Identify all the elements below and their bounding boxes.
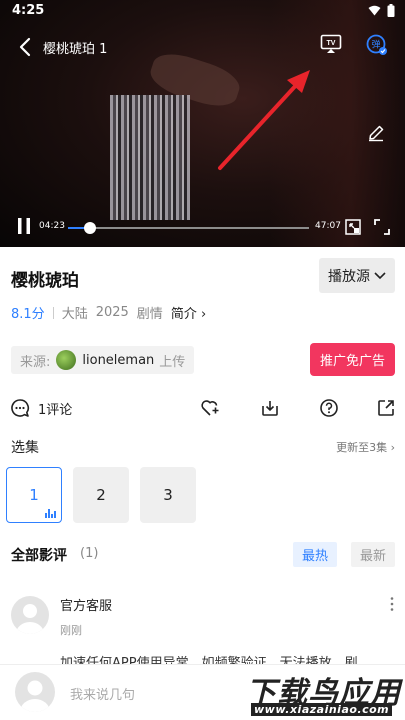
episode-item[interactable]: 2 <box>73 467 129 523</box>
watermark-url: www.xiazainiao.com <box>251 703 393 716</box>
video-player[interactable]: 4:25 樱桃琥珀 1 TV 弹 04:23 47:07 <box>0 0 405 247</box>
annotation-arrow <box>218 70 310 170</box>
episodes-update-note: 更新至3集 <box>336 441 388 454</box>
chevron-right-icon: › <box>387 441 395 454</box>
episode-item[interactable]: 1 <box>6 467 62 523</box>
review-user[interactable]: 官方客服 <box>60 595 112 614</box>
chevron-right-icon: › <box>196 307 207 322</box>
progress-knob[interactable] <box>84 222 97 234</box>
avatar <box>15 672 55 712</box>
fullscreen-icon[interactable] <box>374 219 390 235</box>
episode-number: 2 <box>96 486 106 504</box>
region: 大陆 <box>61 307 88 322</box>
episodes-update-link[interactable]: 更新至3集 › <box>336 439 395 455</box>
episode-number: 1 <box>29 486 39 504</box>
comment-icon <box>11 399 30 417</box>
sort-latest-button[interactable]: 最新 <box>351 542 395 567</box>
picture-in-picture-icon[interactable] <box>345 219 361 235</box>
movie-meta: 8.1分 大陆 2025 剧情 简介 › <box>11 303 206 322</box>
chevron-down-icon <box>374 271 386 279</box>
genre: 剧情 <box>136 307 163 322</box>
more-vertical-icon[interactable] <box>389 596 395 612</box>
player-controls: 04:23 47:07 <box>0 212 405 242</box>
reviews-count: (1) <box>80 546 99 561</box>
pause-icon[interactable] <box>16 217 32 235</box>
year: 2025 <box>95 305 129 320</box>
uploader-tag[interactable]: 来源: lioneleman 上传 <box>11 346 195 374</box>
duration: 47:07 <box>315 221 341 231</box>
favorite-add-icon[interactable] <box>200 398 220 418</box>
reviews-heading: 全部影评 <box>11 548 67 564</box>
uploader-label: 来源: <box>20 354 51 370</box>
now-playing-icon <box>45 509 56 518</box>
default-avatar-icon <box>20 680 50 712</box>
episodes-heading: 选集 <box>11 440 39 456</box>
score: 8.1分 <box>11 307 45 322</box>
sort-hot-button[interactable]: 最热 <box>293 542 337 567</box>
intro-label: 简介 <box>170 307 197 322</box>
watermark-logo: 下载鸟应用 www.xiazainiao.com <box>243 668 403 718</box>
share-icon[interactable] <box>376 398 396 418</box>
default-avatar-icon <box>16 604 44 634</box>
progress-bar[interactable] <box>68 222 309 234</box>
action-bar: 1评论 <box>0 395 405 423</box>
episode-number: 3 <box>163 486 173 504</box>
promo-ad-free-button[interactable]: 推广免广告 <box>310 343 395 376</box>
uploader-avatar <box>56 350 77 370</box>
download-icon[interactable] <box>260 398 280 418</box>
comment-count: 1评论 <box>38 402 73 418</box>
avatar[interactable] <box>11 596 49 634</box>
intro-link[interactable]: 简介 › <box>171 303 206 322</box>
episode-item[interactable]: 3 <box>140 467 196 523</box>
comment-button[interactable]: 1评论 <box>10 398 72 418</box>
uploader-action: 上传 <box>159 354 186 370</box>
review-time: 刚刚 <box>60 624 82 637</box>
source-selector-button[interactable]: 播放源 <box>319 258 395 293</box>
uploader-name: lioneleman <box>82 352 155 368</box>
help-icon[interactable] <box>319 398 339 418</box>
movie-title: 樱桃琥珀 <box>11 271 79 291</box>
comment-input[interactable]: 我来说几句 <box>70 684 135 703</box>
divider <box>52 306 54 319</box>
current-time: 04:23 <box>39 221 65 231</box>
source-label: 播放源 <box>328 268 370 285</box>
